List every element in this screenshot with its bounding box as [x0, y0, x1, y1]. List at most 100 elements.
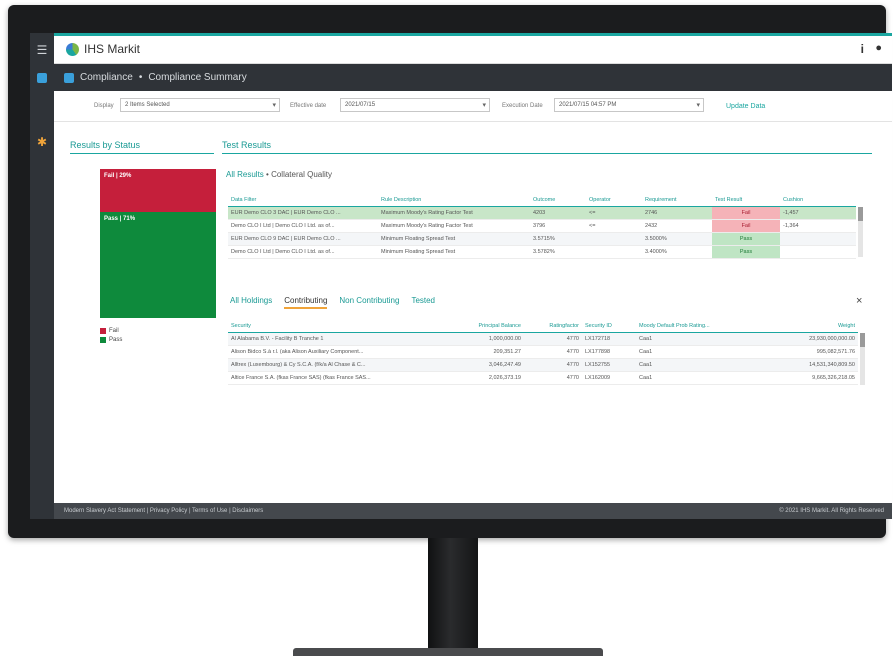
test-results-table: Data Filter Rule Description Outcome Ope… [228, 193, 856, 259]
col-security-id[interactable]: Security ID [582, 319, 636, 333]
monitor-bezel: ☰ ✱ IHS Markit i ● Compliance • Complian… [8, 5, 892, 538]
holdings-scrollbar[interactable] [860, 333, 865, 385]
tab-tested[interactable]: Tested [411, 296, 435, 309]
cell-weight: 23,930,000,000.00 [746, 332, 858, 346]
cell-operator: <= [586, 206, 642, 220]
scrollbar-thumb[interactable] [860, 333, 865, 347]
results-by-status-title: Results by Status [70, 140, 141, 150]
effective-date-select[interactable]: 2021/07/15 ▾ [340, 98, 490, 112]
cell-security-id: LX152755 [582, 358, 636, 372]
scrollbar-thumb[interactable] [858, 207, 863, 221]
col-ratingfactor[interactable]: Ratingfactor [524, 319, 582, 333]
effective-date-label: Effective date [290, 103, 327, 109]
cell-security-id: LX177898 [582, 345, 636, 359]
cell-requirement: 2432 [642, 219, 712, 233]
pass-bar-segment[interactable]: Pass | 71% [100, 212, 216, 318]
cell-outcome: 3.5715% [530, 232, 586, 246]
cell-test-result: Pass [712, 245, 780, 259]
cell-data-filter: Demo CLO I Ltd | Demo CLO I Ltd. as of..… [228, 245, 378, 259]
chevron-down-icon: ▾ [272, 102, 276, 109]
table-row[interactable]: EUR Demo CLO 3 DAC | EUR Demo CLO ... Ma… [228, 206, 856, 220]
cell-operator [586, 232, 642, 246]
logo-icon [66, 42, 79, 56]
footer: Modern Slavery Act Statement | Privacy P… [54, 503, 892, 519]
col-security[interactable]: Security [228, 319, 424, 333]
cell-principal-balance: 1,000,000.00 [424, 332, 524, 346]
cell-data-filter: Demo CLO I Ltd | Demo CLO I Ltd. as of..… [228, 219, 378, 233]
cell-outcome: 3.5782% [530, 245, 586, 259]
test-results-title: Test Results [222, 140, 272, 150]
table-header-row: Data Filter Rule Description Outcome Ope… [228, 193, 856, 207]
col-test-result[interactable]: Test Result [712, 193, 780, 207]
monitor-stand-base [293, 648, 603, 656]
col-principal-balance[interactable]: Principal Balance [424, 319, 524, 333]
display-value: 2 Items Selected [125, 102, 170, 108]
table-row[interactable]: Alison Bidco S.à r.l. (aka Alison Auxili… [228, 345, 858, 359]
cell-test-result: Pass [712, 232, 780, 246]
cell-principal-balance: 2,026,373.19 [424, 371, 524, 385]
pass-swatch [100, 336, 106, 343]
cell-rule-description: Maximum Moody's Rating Factor Test [378, 219, 530, 233]
pin-icon[interactable]: ✱ [33, 133, 51, 151]
cell-cushion [780, 245, 856, 259]
brand-name: IHS Markit [84, 42, 141, 56]
tab-non-contributing[interactable]: Non Contributing [339, 296, 399, 309]
cell-principal-balance: 3,046,247.49 [424, 358, 524, 372]
cell-operator: <= [586, 219, 642, 233]
execution-date-value: 2021/07/15 04:57 PM [559, 102, 617, 108]
table-row[interactable]: Alltrex (Luxembourg) & Cy S.C.A. (f/k/a … [228, 358, 858, 372]
all-results-link[interactable]: All Results [226, 170, 264, 179]
cell-moody-rating: Caa1 [636, 371, 746, 385]
update-data-link[interactable]: Update Data [726, 103, 765, 110]
cell-cushion: -1,364 [780, 219, 856, 233]
display-select[interactable]: 2 Items Selected ▾ [120, 98, 280, 112]
breadcrumb-compliance[interactable]: Compliance [80, 72, 133, 83]
cell-security: Altice France S.A. (fkas France SAS) (fk… [228, 371, 424, 385]
col-weight[interactable]: Weight [746, 319, 858, 333]
user-icon[interactable]: ● [875, 42, 882, 54]
cell-principal-balance: 209,351.27 [424, 345, 524, 359]
results-scrollbar[interactable] [858, 207, 863, 257]
table-header-row: Security Principal Balance Ratingfactor … [228, 319, 858, 333]
col-requirement[interactable]: Requirement [642, 193, 712, 207]
tab-all-holdings[interactable]: All Holdings [230, 296, 272, 309]
col-outcome[interactable]: Outcome [530, 193, 586, 207]
cell-outcome: 3796 [530, 219, 586, 233]
holdings-tabs: All Holdings Contributing Non Contributi… [230, 296, 435, 309]
breadcrumb: Compliance • Compliance Summary [64, 72, 247, 83]
cell-ratingfactor: 4770 [524, 371, 582, 385]
display-label: Display [94, 103, 114, 109]
app-logo[interactable]: IHS Markit [66, 42, 140, 56]
close-icon[interactable]: × [856, 295, 862, 307]
table-row[interactable]: Altice France S.A. (fkas France SAS) (fk… [228, 371, 858, 385]
col-moody-rating[interactable]: Moody Default Prob Rating... [636, 319, 746, 333]
holdings-table: Security Principal Balance Ratingfactor … [228, 319, 858, 385]
cell-weight: 995,082,571.76 [746, 345, 858, 359]
table-row[interactable]: EUR Demo CLO 9 DAC | EUR Demo CLO ... Mi… [228, 232, 856, 246]
col-rule-description[interactable]: Rule Description [378, 193, 530, 207]
col-cushion[interactable]: Cushion [780, 193, 856, 207]
cell-ratingfactor: 4770 [524, 358, 582, 372]
table-row[interactable]: Demo CLO I Ltd | Demo CLO I Ltd. as of..… [228, 245, 856, 259]
monitor-stand-neck [428, 538, 478, 650]
status-legend: Fail Pass [100, 326, 122, 344]
cell-moody-rating: Caa1 [636, 345, 746, 359]
cell-rule-description: Maximum Moody's Rating Factor Test [378, 206, 530, 220]
menu-icon[interactable]: ☰ [33, 41, 51, 59]
legend-pass-label: Pass [109, 336, 123, 343]
col-operator[interactable]: Operator [586, 193, 642, 207]
compliance-nav-icon[interactable] [33, 69, 51, 87]
cell-data-filter: EUR Demo CLO 9 DAC | EUR Demo CLO ... [228, 232, 378, 246]
execution-date-select[interactable]: 2021/07/15 04:57 PM ▾ [554, 98, 704, 112]
col-data-filter[interactable]: Data Filter [228, 193, 378, 207]
breadcrumb-bar: Compliance • Compliance Summary [54, 64, 892, 91]
table-row[interactable]: Al Alabama B.V. - Facility B Tranche 1 1… [228, 332, 858, 346]
cell-requirement: 3.4000% [642, 245, 712, 259]
table-row[interactable]: Demo CLO I Ltd | Demo CLO I Ltd. as of..… [228, 219, 856, 233]
tab-contributing[interactable]: Contributing [284, 296, 328, 309]
footer-links[interactable]: Modern Slavery Act Statement | Privacy P… [64, 508, 263, 514]
legend-fail-label: Fail [109, 327, 119, 334]
cell-outcome: 4203 [530, 206, 586, 220]
info-icon[interactable]: i [861, 42, 864, 56]
fail-bar-segment[interactable]: Fail | 29% [100, 169, 216, 212]
